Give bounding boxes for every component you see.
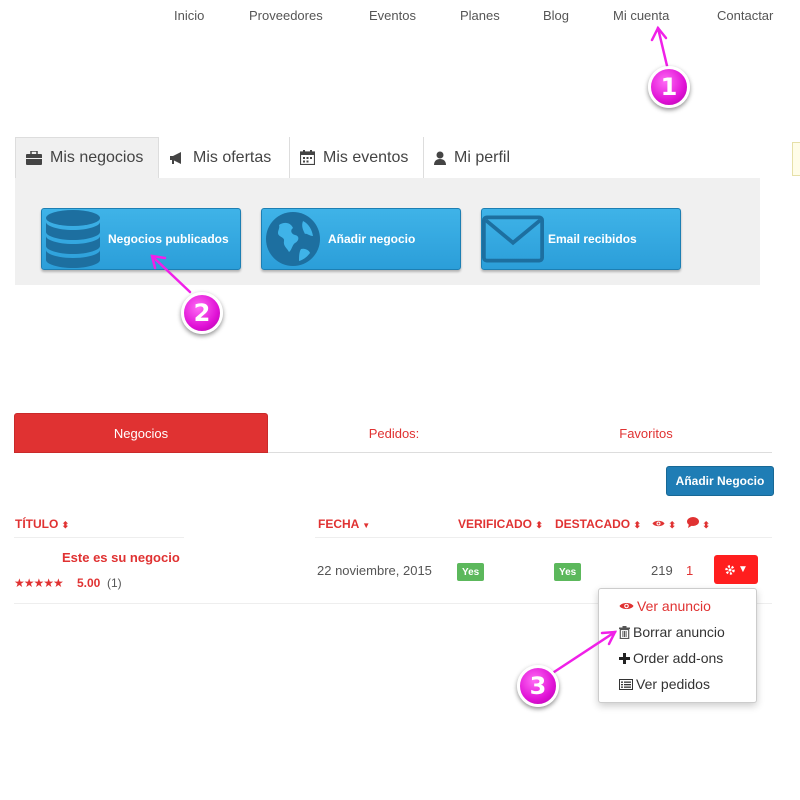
nav-contactar[interactable]: Contactar [717, 8, 773, 23]
column-verified[interactable]: VERIFICADO ⬍ [458, 517, 543, 531]
eye-icon [652, 520, 665, 527]
briefcase-icon [26, 151, 42, 165]
tab-mis-eventos[interactable]: Mis eventos [290, 137, 424, 178]
column-views[interactable]: ⬍ [652, 517, 676, 531]
actions-dropdown-menu: Ver anuncio Borrar anuncio Order add-ons… [598, 588, 757, 703]
nav-blog[interactable]: Blog [543, 8, 569, 23]
envelope-icon [482, 209, 544, 269]
globe-icon [262, 209, 324, 269]
tab-pedidos[interactable]: Pedidos: [268, 413, 520, 453]
business-date: 22 noviembre, 2015 [317, 563, 432, 578]
menu-item-label: Ver pedidos [636, 676, 710, 692]
sort-icon: ⬍ [702, 520, 710, 530]
column-label: TÍTULO [15, 517, 59, 531]
menu-item-label: Ver anuncio [637, 598, 711, 614]
column-label: FECHA [318, 517, 359, 531]
annotation-marker-2: 2 [181, 292, 223, 334]
column-featured[interactable]: DESTACADO ⬍ [555, 517, 641, 531]
user-icon [434, 151, 446, 165]
tab-mis-negocios[interactable]: Mis negocios [15, 137, 159, 178]
tab-mis-ofertas[interactable]: Mis ofertas [159, 137, 290, 178]
add-business-button[interactable]: Añadir Negocio [666, 466, 774, 496]
eye-icon [619, 603, 634, 609]
listing-tabs: Negocios Pedidos: Favoritos [14, 413, 772, 453]
tab-favoritos[interactable]: Favoritos [520, 413, 772, 453]
sort-icon: ⬍ [61, 520, 70, 530]
plus-icon [619, 652, 630, 664]
column-label: VERIFICADO [458, 517, 533, 531]
tab-negocios[interactable]: Negocios [14, 413, 268, 453]
menu-item-ver-anuncio[interactable]: Ver anuncio [619, 598, 711, 614]
comments-count[interactable]: 1 [686, 563, 693, 578]
database-icon [42, 209, 104, 269]
views-count: 219 [651, 563, 673, 578]
megaphone-icon [170, 151, 181, 164]
column-comments[interactable]: ⬍ [687, 517, 710, 531]
tab-label: Mi perfil [454, 148, 511, 166]
sort-icon: ⬍ [633, 520, 642, 530]
rating-value: 5.00 [77, 576, 101, 590]
sort-icon: ⬍ [668, 520, 676, 530]
gear-icon [725, 564, 735, 575]
negocios-publicados-button[interactable]: Negocios publicados [41, 208, 241, 270]
caret-down-icon: ▼ [738, 564, 748, 575]
nav-planes[interactable]: Planes [460, 8, 500, 23]
button-label: Email recibidos [548, 232, 637, 246]
email-recibidos-button[interactable]: Email recibidos [481, 208, 681, 270]
nav-eventos[interactable]: Eventos [369, 8, 416, 23]
menu-item-label: Order add-ons [633, 650, 724, 666]
menu-item-borrar-anuncio[interactable]: Borrar anuncio [619, 624, 725, 640]
annotation-marker-3: 3 [517, 665, 559, 707]
menu-item-ver-pedidos[interactable]: Ver pedidos [619, 676, 710, 692]
trash-icon [619, 625, 630, 639]
column-title[interactable]: TÍTULO ⬍ [15, 517, 69, 531]
featured-badge: Yes [554, 563, 582, 581]
button-label: Negocios publicados [108, 232, 229, 246]
sort-icon: ⬍ [535, 520, 543, 530]
menu-item-order-add-ons[interactable]: Order add-ons [619, 650, 723, 666]
nav-mi-cuenta[interactable]: Mi cuenta [613, 8, 669, 23]
column-date[interactable]: FECHA ▼ [318, 517, 370, 531]
annotation-marker-1: 1 [648, 66, 690, 108]
tab-label: Mis negocios [50, 149, 144, 166]
tab-label: Mis ofertas [193, 148, 272, 166]
business-title[interactable]: Este es su negocio [62, 550, 180, 565]
tab-label: Mis eventos [323, 148, 409, 166]
header-divider [315, 537, 772, 538]
column-label: DESTACADO [555, 517, 631, 531]
button-label: Añadir negocio [328, 232, 416, 246]
header-divider [14, 537, 184, 538]
verified-badge: Yes [457, 563, 485, 581]
rating-count: (1) [107, 576, 122, 590]
rating-stars: ★★★★★ [14, 576, 64, 590]
side-tab[interactable] [792, 142, 800, 176]
sort-desc-icon: ▼ [362, 521, 371, 530]
nav-proveedores[interactable]: Proveedores [249, 8, 323, 23]
nav-inicio[interactable]: Inicio [174, 8, 204, 23]
anadir-negocio-button[interactable]: Añadir negocio [261, 208, 461, 270]
calendar-icon [300, 150, 315, 165]
tab-mi-perfil[interactable]: Mi perfil [424, 137, 534, 178]
actions-dropdown-button[interactable]: ▼ [714, 555, 758, 584]
menu-item-label: Borrar anuncio [633, 624, 725, 640]
comment-icon [687, 517, 699, 528]
list-icon [619, 678, 633, 690]
